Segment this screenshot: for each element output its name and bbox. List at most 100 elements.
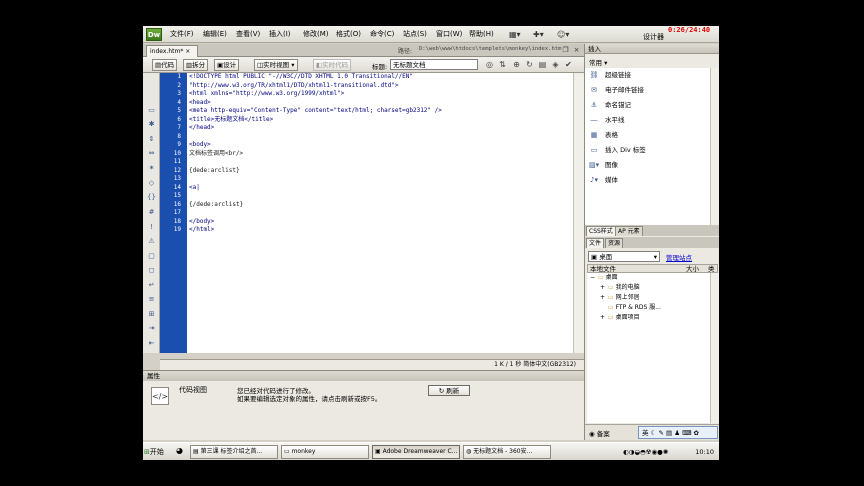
tree-item[interactable]: + ▭ 桌面项目 xyxy=(587,313,710,323)
workspace-switcher[interactable]: 设计器 xyxy=(643,32,664,42)
code-view-button[interactable]: ▤代码 xyxy=(152,59,178,71)
refresh-icon[interactable]: ↻ xyxy=(524,60,535,71)
view-options-icon[interactable]: ▤ xyxy=(537,60,548,71)
wrap-tag-icon[interactable]: ↵ xyxy=(147,281,156,290)
tab-css-styles[interactable]: CSS样式 xyxy=(586,226,616,236)
code-line[interactable]: <head> xyxy=(189,99,573,108)
menu-site[interactable]: 站点(S) xyxy=(403,29,427,40)
highlight-invalid-icon[interactable]: ! xyxy=(147,223,156,232)
menu-help[interactable]: 帮助(H) xyxy=(469,29,494,40)
tray-icons[interactable]: ◐◑◒◓☢◉●✺ xyxy=(623,448,668,456)
code-editor[interactable]: <!DOCTYPE html PUBLIC "-//W3C//DTD XHTML… xyxy=(187,73,573,353)
menu-commands[interactable]: 命令(C) xyxy=(370,29,394,40)
menu-edit[interactable]: 编辑(E) xyxy=(203,29,227,40)
recent-snippets-icon[interactable]: ≡ xyxy=(147,295,156,304)
preview-icon[interactable]: ⊕ xyxy=(511,60,522,71)
insert-item-hr[interactable]: ― 水平线 xyxy=(589,114,625,127)
split-view-button[interactable]: ▥拆分 xyxy=(183,59,209,71)
validate-icon[interactable]: ✔ xyxy=(563,60,574,71)
menu-window[interactable]: 窗口(W) xyxy=(436,29,462,40)
menu-file[interactable]: 文件(F) xyxy=(170,29,194,40)
insert-item-image[interactable]: ▨▾ 图像 xyxy=(589,159,618,172)
task-dreamweaver[interactable]: ▣ Adobe Dreamweaver C... xyxy=(372,445,460,459)
line-numbers-icon[interactable]: # xyxy=(147,208,156,217)
tree-expander-icon[interactable]: − xyxy=(590,273,598,283)
insert-item-div[interactable]: ▭ 插入 Div 标签 xyxy=(589,144,646,157)
insert-item-media[interactable]: ♪▾ 媒体 xyxy=(589,174,618,187)
location-select[interactable]: ▣ 桌面 ▾ xyxy=(588,251,660,262)
balance-braces-icon[interactable]: {} xyxy=(147,193,156,202)
menu-insert[interactable]: 插入(I) xyxy=(269,29,291,40)
tree-item[interactable]: + ▭ 网上邻居 xyxy=(587,293,710,303)
code-line[interactable] xyxy=(189,133,573,142)
extend-icon[interactable]: ✚▾ xyxy=(533,29,544,40)
code-line[interactable] xyxy=(189,175,573,184)
code-line[interactable]: </body> xyxy=(189,218,573,227)
task-browser[interactable]: ◍ 无标题文档 - 360安... xyxy=(463,445,551,459)
tab-assets[interactable]: 资源 xyxy=(605,238,624,248)
tab-ap-elements[interactable]: AP 元素 xyxy=(615,226,643,236)
tree-expander-icon[interactable]: + xyxy=(600,283,608,293)
code-line[interactable]: <html xmlns="http://www.w3.org/1999/xhtm… xyxy=(189,90,573,99)
code-line[interactable]: </html> xyxy=(189,226,573,235)
restore-icon[interactable]: ❐ xyxy=(561,46,570,55)
menu-format[interactable]: 格式(O) xyxy=(336,29,361,40)
document-tab[interactable]: index.htm* × xyxy=(146,45,198,57)
code-line[interactable]: 文档标签调用<br/> xyxy=(189,150,573,159)
globe-icon[interactable]: ◎ xyxy=(484,60,495,71)
indent-icon[interactable]: ⇥ xyxy=(147,324,156,333)
visual-aids-icon[interactable]: ◈ xyxy=(550,60,561,71)
select-parent-tag-icon[interactable]: ◇ xyxy=(147,179,156,188)
code-line[interactable]: <title>无标题文档</title> xyxy=(189,116,573,125)
collapse-selection-icon[interactable]: ⇔ xyxy=(147,149,156,158)
apply-comment-icon[interactable]: ▢ xyxy=(147,252,156,261)
layout-icon[interactable]: ▦▾ xyxy=(509,29,521,40)
quicklaunch-icon[interactable]: ◕ xyxy=(176,446,183,455)
manage-sites-link[interactable]: 管理站点 xyxy=(666,252,692,262)
move-css-icon[interactable]: ⊞ xyxy=(147,310,156,319)
code-line[interactable] xyxy=(189,209,573,218)
code-line[interactable]: <meta http-equiv="Content-Type" content=… xyxy=(189,107,573,116)
tree-scrollbar[interactable] xyxy=(710,273,719,423)
ime-toolbar[interactable]: 英 ☾ ✎ ▤ ♟ ⌨ ✿ xyxy=(638,426,718,439)
close-icon[interactable]: × xyxy=(185,48,190,55)
user-icon[interactable]: ☺▾ xyxy=(557,29,569,40)
tree-expander-icon[interactable]: + xyxy=(600,313,608,323)
insert-item-hyperlink[interactable]: ⛓ 超级链接 xyxy=(589,69,631,82)
tree-item[interactable]: + ▭ 我的电脑 xyxy=(587,283,710,293)
refresh-button[interactable]: ↻ 刷新 xyxy=(428,385,470,396)
collapse-tag-icon[interactable]: ⇕ xyxy=(147,135,156,144)
syntax-error-icon[interactable]: ⚠ xyxy=(147,237,156,246)
code-scrollbar[interactable] xyxy=(573,73,584,353)
code-line[interactable]: "http://www.w3.org/TR/xhtml1/DTD/xhtml1-… xyxy=(189,82,573,91)
file-management-icon[interactable]: ⇅ xyxy=(497,60,508,71)
code-line[interactable]: {dede:arclist} xyxy=(189,167,573,176)
code-line[interactable]: <body> xyxy=(189,141,573,150)
code-line[interactable]: <a| xyxy=(189,184,573,193)
menu-modify[interactable]: 修改(M) xyxy=(303,29,329,40)
insert-category[interactable]: 常用 ▾ xyxy=(589,57,607,67)
outdent-icon[interactable]: ⇤ xyxy=(147,339,156,348)
tree-expander-icon[interactable]: + xyxy=(600,293,608,303)
insert-scrollbar[interactable] xyxy=(710,68,719,226)
task-lesson[interactable]: ▤ 第三课 标签介绍之首... xyxy=(190,445,278,459)
insert-item-table[interactable]: ▦ 表格 xyxy=(589,129,618,142)
connect-icon[interactable]: ◉ xyxy=(589,430,597,438)
live-view-button[interactable]: ◫实时视图 ▾ xyxy=(254,59,298,71)
menu-view[interactable]: 查看(V) xyxy=(236,29,260,40)
code-line[interactable] xyxy=(189,192,573,201)
col-type[interactable]: 类 xyxy=(708,265,715,273)
code-line[interactable] xyxy=(189,158,573,167)
col-size[interactable]: 大小 xyxy=(686,265,699,273)
code-line[interactable]: {/dede:arclist} xyxy=(189,201,573,210)
remove-comment-icon[interactable]: ◻ xyxy=(147,266,156,275)
show-code-navigator-icon[interactable]: ✱ xyxy=(147,120,156,129)
title-input[interactable]: 无标题文档 xyxy=(390,59,478,70)
design-view-button[interactable]: ▣设计 xyxy=(214,59,240,71)
code-line[interactable]: <!DOCTYPE html PUBLIC "-//W3C//DTD XHTML… xyxy=(189,73,573,82)
close-window-icon[interactable]: × xyxy=(572,46,581,55)
col-local-files[interactable]: 本地文件 xyxy=(590,265,616,273)
insert-item-email[interactable]: ✉ 电子邮件链接 xyxy=(589,84,644,97)
tree-item[interactable]: − ▭ 桌面 xyxy=(587,273,710,283)
start-button[interactable]: ⊞开始 xyxy=(144,445,174,459)
